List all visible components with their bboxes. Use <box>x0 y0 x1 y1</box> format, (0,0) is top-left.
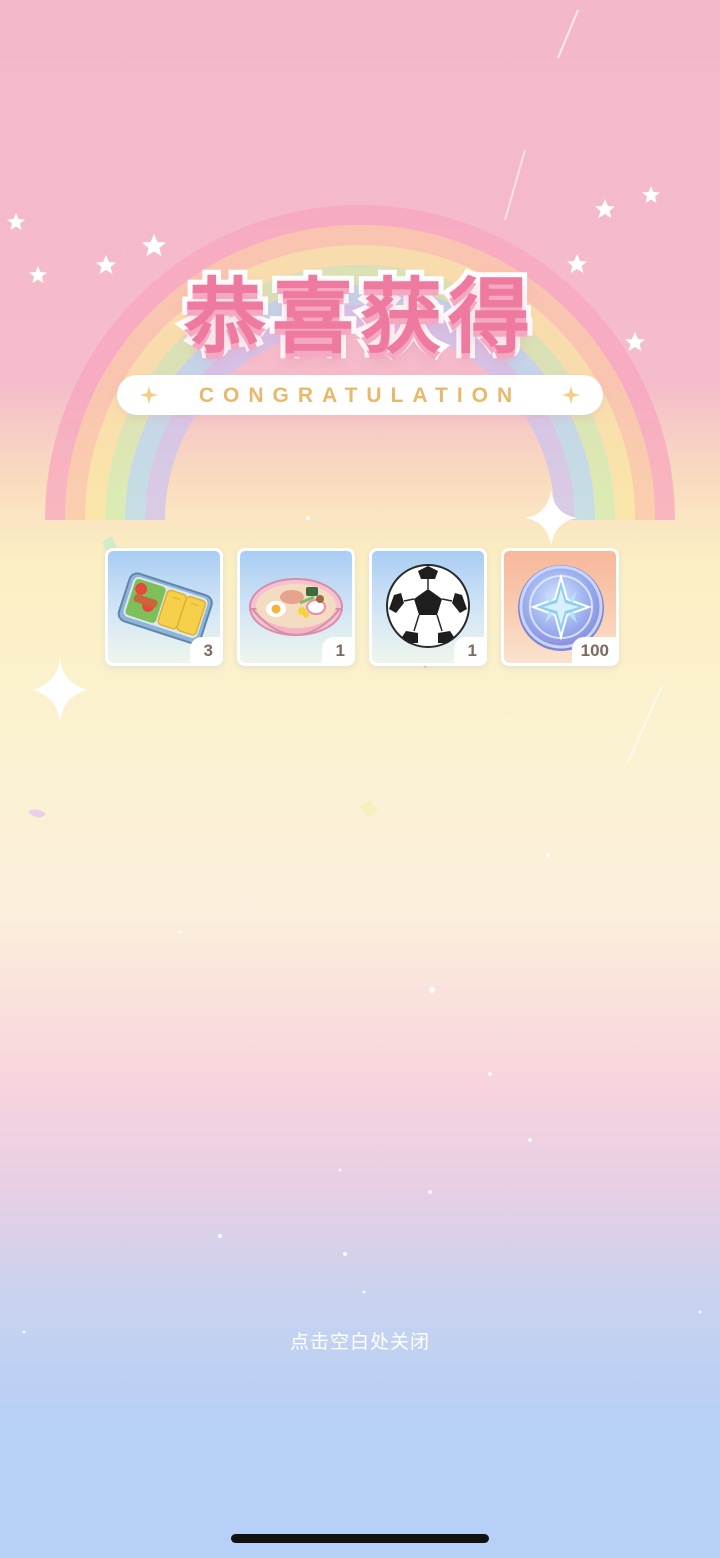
reward-quantity: 3 <box>190 637 220 663</box>
sparkle-icon <box>525 490 577 546</box>
reward-card-soccer-ball[interactable]: 1 <box>369 548 487 666</box>
reward-list: 3 1 1 100 <box>105 548 621 668</box>
reward-quantity: 1 <box>454 637 484 663</box>
reward-card-ramen[interactable]: 1 <box>237 548 355 666</box>
tap-to-close-hint[interactable]: 点击空白处关闭 <box>0 1327 720 1354</box>
home-indicator[interactable] <box>231 1534 489 1543</box>
reward-quantity: 100 <box>571 637 616 663</box>
sparkle-icon <box>32 658 88 722</box>
reward-quantity: 1 <box>322 637 352 663</box>
reward-screen[interactable]: 恭喜获得 CONGRATULATION 3 1 1 100 点击空白处关闭 <box>0 0 720 1558</box>
sparkle-decorations <box>22 490 702 1334</box>
reward-card-bento[interactable]: 3 <box>105 548 223 666</box>
reward-card-star-coin[interactable]: 100 <box>501 548 619 666</box>
